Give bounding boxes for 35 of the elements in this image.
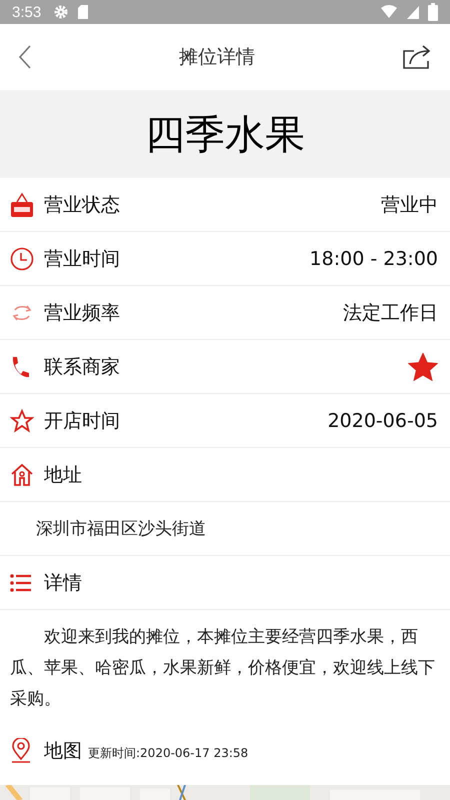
signal-icon (406, 4, 420, 20)
house-icon (10, 462, 34, 486)
section-label: 地图 (44, 739, 82, 764)
share-icon (402, 44, 432, 70)
open-sign-icon (10, 192, 34, 218)
star-icon (408, 352, 438, 380)
list-icon (10, 572, 32, 592)
row-label: 联系商家 (44, 354, 120, 380)
row-value: 18:00 - 23:00 (310, 248, 438, 270)
phone-icon (10, 356, 30, 378)
row-label: 营业频率 (44, 300, 120, 326)
description-text: 欢迎来到我的摊位，本摊位主要经营四季水果，西瓜、苹果、哈密瓜，水果新鲜，价格便宜，欢迎线上线下采购。 (9, 626, 436, 711)
row-label: 营业时间 (44, 246, 120, 272)
section-label: 地址 (44, 462, 82, 488)
favorite-button[interactable] (408, 352, 438, 380)
back-icon (18, 44, 32, 70)
address-text: 深圳市福田区沙头街道 (36, 518, 206, 540)
row-value: 法定工作日 (343, 300, 438, 326)
status-time: 3:53 (12, 4, 42, 20)
location-pin-icon (10, 738, 32, 764)
battery-icon (428, 3, 438, 21)
section-label: 详情 (44, 570, 82, 596)
wifi-icon (380, 4, 398, 20)
clock-icon (10, 246, 34, 270)
stall-name: 四季水果 (145, 110, 305, 160)
row-label: 开店时间 (44, 408, 120, 434)
repeat-icon (10, 302, 34, 322)
star-outline-icon (10, 408, 34, 432)
gear-icon (53, 4, 70, 20)
row-value: 2020-06-05 (328, 410, 438, 432)
row-label: 营业状态 (44, 192, 120, 218)
sd-card-icon (77, 4, 90, 20)
page-title: 摊位详情 (179, 45, 255, 70)
row-value: 营业中 (381, 192, 438, 218)
update-time: 更新时间:2020-06-17 23:58 (88, 744, 248, 762)
